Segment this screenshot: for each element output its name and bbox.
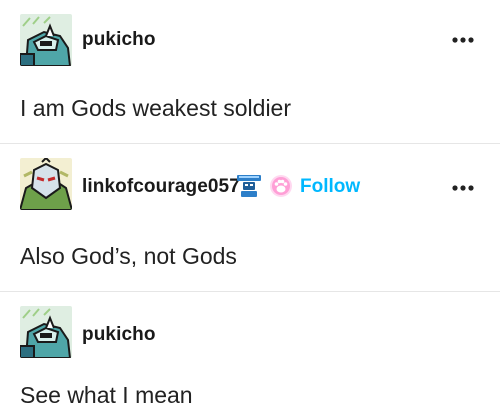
username[interactable]: pukicho bbox=[82, 324, 156, 346]
avatar[interactable] bbox=[20, 306, 72, 358]
post-3: pukicho See what I mean bbox=[0, 292, 500, 415]
username[interactable]: linkofcourage057 bbox=[82, 176, 240, 198]
post-text: See what I mean bbox=[20, 382, 193, 408]
post-text: I am Gods weakest soldier bbox=[20, 95, 292, 121]
more-options-icon[interactable] bbox=[452, 36, 474, 44]
robot-avatar-icon bbox=[20, 158, 72, 210]
paw-badge-icon[interactable] bbox=[269, 174, 293, 203]
post-1: pukicho I am Gods weakest soldier bbox=[0, 0, 500, 143]
robot-avatar-icon bbox=[20, 14, 72, 66]
avatar[interactable] bbox=[20, 14, 72, 66]
avatar[interactable] bbox=[20, 158, 72, 210]
more-options-icon[interactable] bbox=[452, 184, 474, 192]
username[interactable]: pukicho bbox=[82, 29, 156, 51]
robot-badge-icon[interactable] bbox=[235, 174, 263, 203]
robot-avatar-icon bbox=[20, 306, 72, 358]
post-text: Also God’s, not Gods bbox=[20, 243, 237, 269]
follow-button[interactable]: Follow bbox=[300, 176, 360, 198]
post-2: linkofcourage057 Follow Also God’s, not … bbox=[0, 144, 500, 291]
